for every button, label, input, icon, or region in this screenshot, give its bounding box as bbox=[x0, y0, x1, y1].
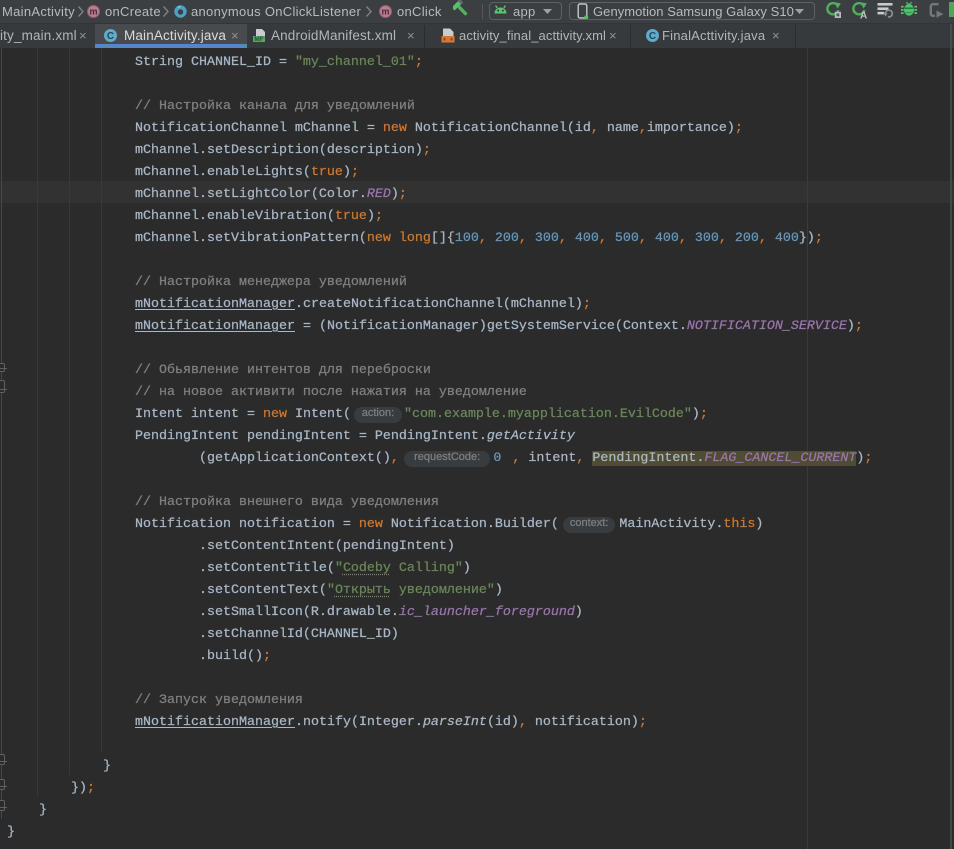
svg-text:m: m bbox=[381, 7, 389, 17]
svg-text:MF: MF bbox=[254, 36, 263, 43]
svg-text:C: C bbox=[649, 31, 656, 42]
svg-text:C: C bbox=[107, 31, 114, 42]
svg-text:A: A bbox=[860, 10, 867, 19]
svg-text:m: m bbox=[89, 7, 97, 17]
